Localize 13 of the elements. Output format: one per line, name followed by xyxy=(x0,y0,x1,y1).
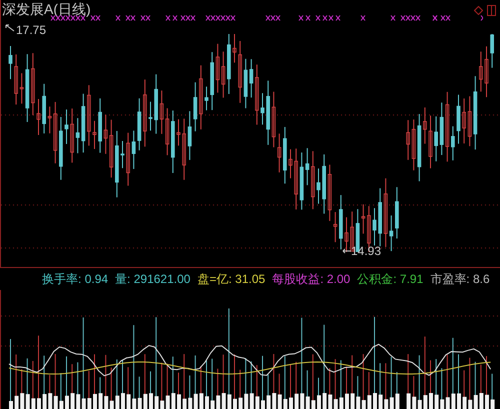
chart-title: 深发展A(日线) xyxy=(2,1,91,17)
indicator-reading: 换手率: 0.94 xyxy=(42,271,108,288)
indicator-reading: 盘=亿: 31.05 xyxy=(197,271,266,288)
price-high-label: 17.75 xyxy=(16,23,46,37)
diamond-icon[interactable] xyxy=(474,6,483,15)
indicator-reading: 量: 291621.00 xyxy=(115,271,190,288)
panel-icon[interactable] xyxy=(487,5,496,16)
arrow-icon xyxy=(342,248,351,254)
indicator-reading: 每股收益: 2.00 xyxy=(272,271,350,288)
price-low-label: 14.93 xyxy=(351,244,382,258)
indicator-reading: 公积金: 7.91 xyxy=(357,271,424,288)
indicator-reading: 市盈率: 8.6 xyxy=(430,271,490,288)
arrow-icon xyxy=(5,24,15,32)
